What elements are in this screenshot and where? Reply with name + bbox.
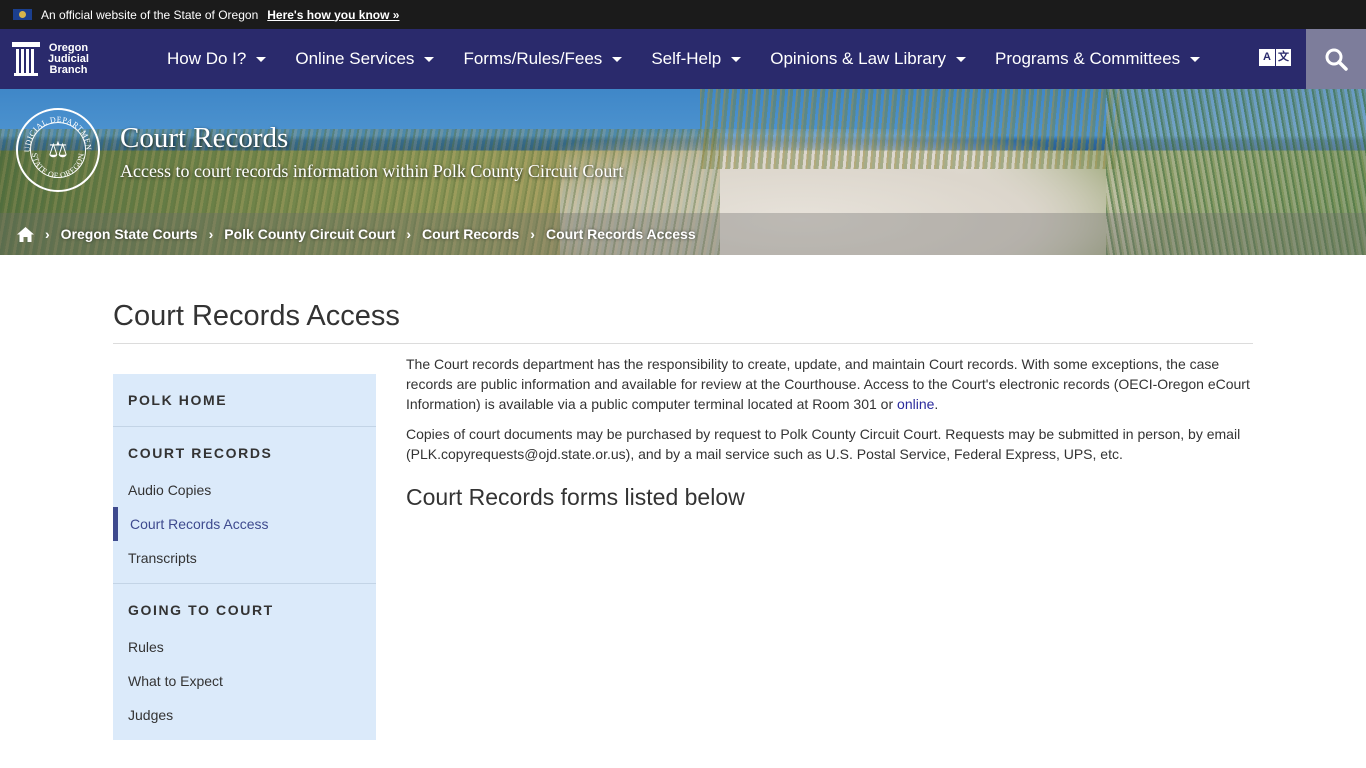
sidenav-section-going-to-court: GOING TO COURT Rules What to Expect Judg… — [113, 584, 376, 740]
content-layout: POLK HOME COURT RECORDS Audio Copies Cou… — [113, 356, 1253, 740]
hero-subtitle: Access to court records information with… — [120, 161, 624, 181]
nav-item-label: Forms/Rules/Fees — [463, 49, 603, 68]
brand-logo-link[interactable]: Oregon Judicial Branch — [12, 29, 152, 89]
nav-item-programs-committees[interactable]: Programs & Committees — [995, 49, 1201, 69]
nav-item-opinions-law-library[interactable]: Opinions & Law Library — [770, 49, 966, 69]
copies-paragraph: Copies of court documents may be purchas… — [406, 426, 1241, 462]
nav-item-label: Online Services — [295, 49, 415, 68]
nav-item-label: Opinions & Law Library — [770, 49, 946, 68]
sidenav-item-what-to-expect[interactable]: What to Expect — [113, 664, 376, 698]
nav-item-online-services[interactable]: Online Services — [295, 49, 435, 69]
caret-down-icon — [256, 56, 267, 62]
column-pillar-icon — [12, 42, 40, 76]
breadcrumb: › Oregon State Courts › Polk County Circ… — [0, 213, 1366, 255]
nav-item-label: Self-Help — [651, 49, 722, 68]
sidenav-heading-polk-home[interactable]: POLK HOME — [113, 374, 376, 426]
brand-line-1: Oregon — [48, 41, 89, 54]
intro-text: The Court records department has the res… — [406, 356, 1250, 412]
hero-banner: JUDICIAL DEPARTMENT STATE OF OREGON ⚖ Co… — [0, 89, 1366, 255]
chevron-right-icon: › — [208, 226, 214, 242]
heres-how-you-know-link[interactable]: Here's how you know » — [267, 8, 399, 22]
caret-down-icon — [612, 56, 623, 62]
translate-button[interactable]: A 文 — [1259, 49, 1291, 66]
breadcrumb-polk-county-circuit-court[interactable]: Polk County Circuit Court — [224, 226, 395, 242]
sidenav-item-transcripts[interactable]: Transcripts — [113, 541, 376, 575]
main-content: The Court records department has the res… — [406, 354, 1253, 740]
chevron-right-icon: › — [406, 226, 412, 242]
translate-icon-char: 文 — [1276, 49, 1291, 66]
oregon-flag-icon — [13, 9, 32, 20]
caret-down-icon — [1190, 56, 1201, 62]
caret-down-icon — [424, 56, 435, 62]
sidenav-item-court-records-access[interactable]: Court Records Access — [113, 507, 376, 541]
brand-name: Oregon Judicial Branch — [48, 41, 89, 76]
nav-menu: How Do I? Online Services Forms/Rules/Fe… — [167, 49, 1229, 69]
breadcrumb-court-records[interactable]: Court Records — [422, 226, 519, 242]
sidenav-heading-going-to-court[interactable]: GOING TO COURT — [113, 584, 376, 636]
sidenav-item-judges[interactable]: Judges — [113, 698, 376, 732]
nav-item-label: How Do I? — [167, 49, 247, 68]
page-title: Court Records Access — [113, 300, 1253, 344]
nav-item-forms-rules-fees[interactable]: Forms/Rules/Fees — [463, 49, 623, 69]
forms-subheading: Court Records forms listed below — [406, 484, 745, 510]
hero-grass-middle — [700, 89, 1120, 169]
breadcrumb-current-page: Court Records Access — [545, 226, 696, 242]
chevron-right-icon: › — [45, 226, 50, 242]
seal-bottom-text: STATE OF OREGON — [30, 152, 86, 180]
svg-text:STATE OF OREGON: STATE OF OREGON — [30, 152, 86, 180]
caret-down-icon — [731, 56, 742, 62]
caret-down-icon — [956, 56, 966, 62]
brand-line-3: Branch — [49, 63, 88, 76]
judicial-department-seal-icon: JUDICIAL DEPARTMENT STATE OF OREGON ⚖ — [16, 108, 100, 192]
main-container: Court Records Access POLK HOME COURT REC… — [113, 255, 1253, 740]
online-records-link[interactable]: online — [897, 396, 934, 412]
search-button[interactable] — [1306, 29, 1366, 89]
home-icon — [17, 226, 34, 242]
hero-title: Court Records — [120, 122, 289, 154]
brand-line-2: Judicial — [48, 52, 89, 65]
sidenav-item-audio-copies[interactable]: Audio Copies — [113, 473, 376, 507]
breadcrumb-oregon-state-courts[interactable]: Oregon State Courts — [61, 226, 198, 242]
official-website-banner: An official website of the State of Oreg… — [0, 0, 1366, 29]
intro-paragraph: The Court records department has the res… — [406, 354, 1253, 414]
nav-item-how-do-i[interactable]: How Do I? — [167, 49, 267, 69]
chevron-right-icon: › — [530, 226, 535, 242]
main-navbar: Oregon Judicial Branch How Do I? Online … — [0, 29, 1366, 89]
svg-text:JUDICIAL DEPARTMENT: JUDICIAL DEPARTMENT — [16, 108, 93, 152]
translate-icon-a: A — [1259, 49, 1275, 66]
seal-top-text: JUDICIAL DEPARTMENT — [16, 108, 93, 152]
search-icon — [1325, 48, 1348, 71]
breadcrumb-home[interactable] — [17, 226, 34, 242]
sidenav-heading-court-records[interactable]: COURT RECORDS — [113, 427, 376, 479]
official-website-text: An official website of the State of Oreg… — [41, 7, 259, 22]
intro-text-end: . — [934, 396, 939, 412]
sidenav-section-court-records: COURT RECORDS Audio Copies Court Records… — [113, 427, 376, 584]
nav-item-label: Programs & Committees — [995, 49, 1181, 68]
side-navigation: POLK HOME COURT RECORDS Audio Copies Cou… — [113, 374, 376, 740]
sidenav-item-rules[interactable]: Rules — [113, 630, 376, 664]
sidenav-section-polk-home: POLK HOME — [113, 374, 376, 427]
nav-item-self-help[interactable]: Self-Help — [651, 49, 742, 69]
